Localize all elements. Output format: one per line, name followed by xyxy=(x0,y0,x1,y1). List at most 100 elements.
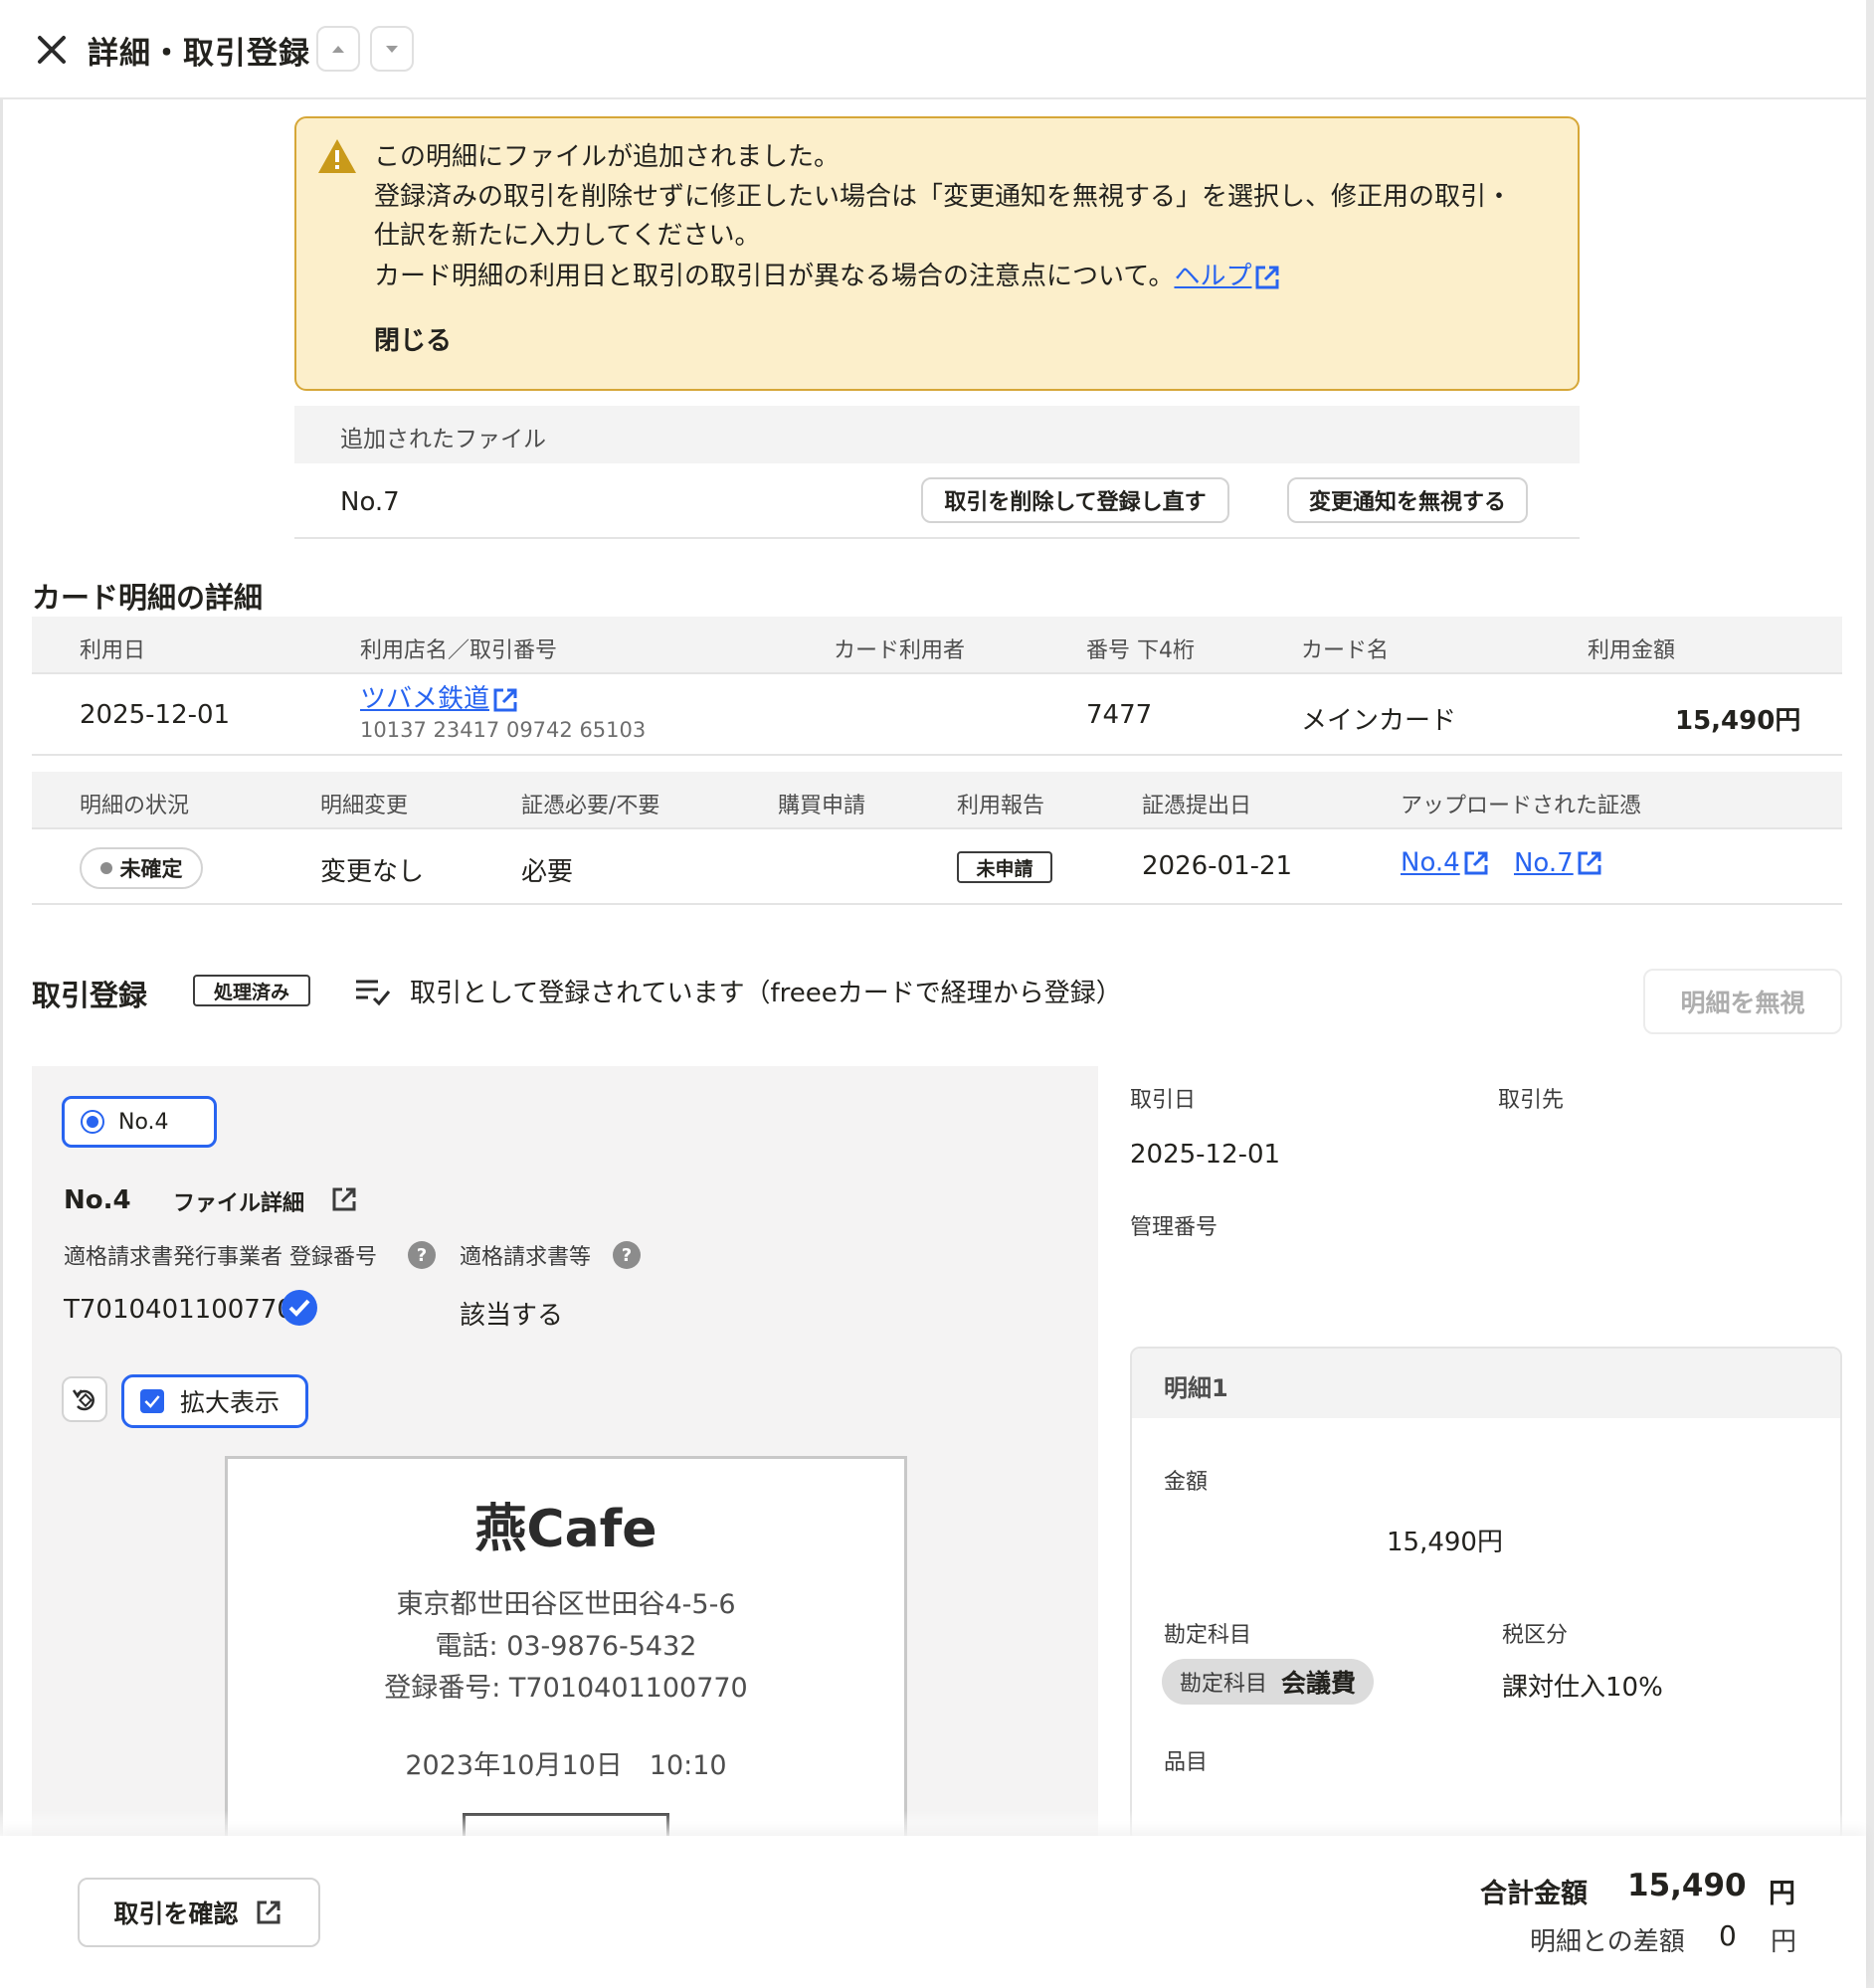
usage-date: 2025-12-01 xyxy=(80,700,231,730)
col-status: 明細の状況 xyxy=(80,794,190,818)
account-chip: 勘定科目 会議費 xyxy=(1162,1659,1375,1705)
processed-badge: 処理済み xyxy=(193,975,310,1006)
change-status: 変更なし xyxy=(320,857,425,887)
account-label: 勘定科目 xyxy=(1164,1623,1252,1648)
confirm-deal-button[interactable]: 取引を確認 xyxy=(78,1878,320,1947)
external-link-icon[interactable] xyxy=(1460,847,1492,879)
external-link-icon[interactable] xyxy=(328,1183,360,1215)
col-store: 利用店名／取引番号 xyxy=(360,638,558,663)
receipt-store-name: 燕Cafe xyxy=(474,1500,657,1559)
col-purchase-request: 購買申請 xyxy=(778,794,866,818)
zoom-checkbox[interactable]: 拡大表示 xyxy=(121,1374,308,1428)
delete-and-reregister-button[interactable]: 取引を削除して登録し直す xyxy=(921,477,1229,523)
account-chip-key: 勘定科目 xyxy=(1180,1672,1268,1697)
previous-button[interactable] xyxy=(316,26,360,72)
store-cell: ツバメ鉄道 xyxy=(360,678,521,716)
divider xyxy=(294,537,1580,539)
divider xyxy=(32,672,1842,674)
line-item-header xyxy=(1132,1349,1840,1418)
caret-down-icon xyxy=(386,45,398,53)
usage-report-badge: 未申請 xyxy=(957,851,1052,883)
help-icon[interactable]: ? xyxy=(408,1241,436,1269)
rotate-button[interactable] xyxy=(62,1376,107,1422)
deal-date: 2025-12-01 xyxy=(1130,1140,1281,1170)
evidence-links: No.4 No.7 xyxy=(1401,847,1605,879)
notice-close-button[interactable]: 閉じる xyxy=(374,320,452,357)
col-usage-report: 利用報告 xyxy=(957,794,1045,818)
submit-date: 2026-01-21 xyxy=(1142,851,1293,881)
external-link-icon[interactable] xyxy=(1251,262,1283,293)
checkbox-checked-icon xyxy=(140,1389,164,1413)
col-uploaded-evidence: アップロードされた証憑 xyxy=(1401,794,1642,818)
ignore-change-notice-button[interactable]: 変更通知を無視する xyxy=(1287,477,1528,523)
zoom-label: 拡大表示 xyxy=(180,1388,281,1417)
invoice-number: T7010401100770 xyxy=(64,1295,293,1325)
status-badge: 未確定 xyxy=(80,847,203,889)
receipt-registration: 登録番号: T7010401100770 xyxy=(384,1673,748,1704)
invoice-issuer-label: 適格請求書発行事業者 登録番号 xyxy=(64,1245,377,1270)
receipt-phone: 電話: 03-9876-5432 xyxy=(435,1631,697,1662)
page-title: 詳細・取引登録 xyxy=(88,36,310,72)
notice-text-4: カード明細の利用日と取引の取引日が異なる場合の注意点について。ヘルプ xyxy=(374,257,1283,296)
line-item-title: 明細1 xyxy=(1164,1374,1228,1402)
list-check-icon xyxy=(354,977,392,1006)
amount-label: 金額 xyxy=(1164,1470,1209,1495)
notice-text-2: 登録済みの取引を削除せずに修正したい場合は「変更通知を無視する」を選択し、修正用… xyxy=(374,182,1513,212)
account-chip-value: 会議費 xyxy=(1281,1669,1357,1698)
warning-icon xyxy=(316,137,358,175)
invoice-qualified-value: 該当する xyxy=(460,1301,564,1331)
divider xyxy=(32,754,1842,756)
partner-label: 取引先 xyxy=(1498,1088,1565,1113)
status-label: 未確定 xyxy=(119,857,183,881)
close-icon[interactable] xyxy=(32,30,72,70)
tax-label: 税区分 xyxy=(1502,1623,1569,1648)
card-detail-title: カード明細の詳細 xyxy=(32,581,264,615)
difference-unit: 円 xyxy=(1771,1927,1797,1957)
external-link-icon[interactable] xyxy=(489,684,521,716)
help-link[interactable]: ヘルプ xyxy=(1174,262,1251,291)
col-card-name: カード名 xyxy=(1301,638,1390,663)
difference-label: 明細との差額 xyxy=(1530,1927,1685,1957)
evidence-link-no4[interactable]: No.4 xyxy=(1401,848,1460,878)
notice-text-1: この明細にファイルが追加されました。 xyxy=(374,142,841,172)
registration-status: 取引として登録されています（freeeカードで経理から登録） xyxy=(410,979,1122,1008)
radio-selected-icon xyxy=(81,1110,104,1134)
receipt-image: 燕Cafe 東京都世田谷区世田谷4-5-6 電話: 03-9876-5432 登… xyxy=(225,1456,907,1854)
external-link-icon[interactable] xyxy=(1574,847,1605,879)
ignore-statement-button[interactable]: 明細を無視 xyxy=(1643,969,1842,1034)
window-edge xyxy=(1866,0,1874,1988)
status-dot-icon xyxy=(99,862,112,874)
evidence-radio-no4[interactable]: No.4 xyxy=(62,1096,217,1148)
card-last4: 7477 xyxy=(1086,700,1153,730)
receipt-address: 東京都世田谷区世田谷4-5-6 xyxy=(396,1589,736,1620)
col-usage-date: 利用日 xyxy=(80,638,146,663)
evidence-link-no7[interactable]: No.7 xyxy=(1514,848,1574,878)
confirm-deal-label: 取引を確認 xyxy=(113,1899,239,1928)
window-edge-left xyxy=(0,99,3,1840)
file-detail-link[interactable]: ファイル詳細 xyxy=(173,1185,304,1217)
radio-label: No.4 xyxy=(118,1109,169,1135)
amount-value: 15,490円 xyxy=(1387,1528,1503,1557)
verified-check-icon xyxy=(281,1289,318,1327)
external-link-icon xyxy=(253,1897,284,1928)
next-button[interactable] xyxy=(370,26,414,72)
store-link[interactable]: ツバメ鉄道 xyxy=(360,684,489,714)
col-evidence-required: 証憑必要/不要 xyxy=(521,794,660,818)
item-label: 品目 xyxy=(1164,1750,1209,1775)
usage-amount: 15,490円 xyxy=(1675,706,1801,736)
help-icon[interactable]: ? xyxy=(613,1241,641,1269)
notice-text-4-body: カード明細の利用日と取引の取引日が異なる場合の注意点について。 xyxy=(374,262,1175,291)
divider xyxy=(32,827,1842,829)
rotate-icon xyxy=(72,1389,94,1411)
card-name: メインカード xyxy=(1301,706,1457,736)
total-unit: 円 xyxy=(1769,1879,1795,1909)
col-change: 明細変更 xyxy=(320,794,409,818)
divider xyxy=(32,903,1842,905)
registration-title: 取引登録 xyxy=(32,979,148,1012)
added-file-number: No.7 xyxy=(340,487,400,517)
notice-text-3: 仕訳を新たに入力してください。 xyxy=(374,221,761,251)
tax-value: 課対仕入10% xyxy=(1502,1673,1663,1703)
added-files-label: 追加されたファイル xyxy=(340,427,546,452)
col-last4: 番号 下4桁 xyxy=(1086,638,1195,663)
file-number: No.4 xyxy=(64,1185,131,1215)
